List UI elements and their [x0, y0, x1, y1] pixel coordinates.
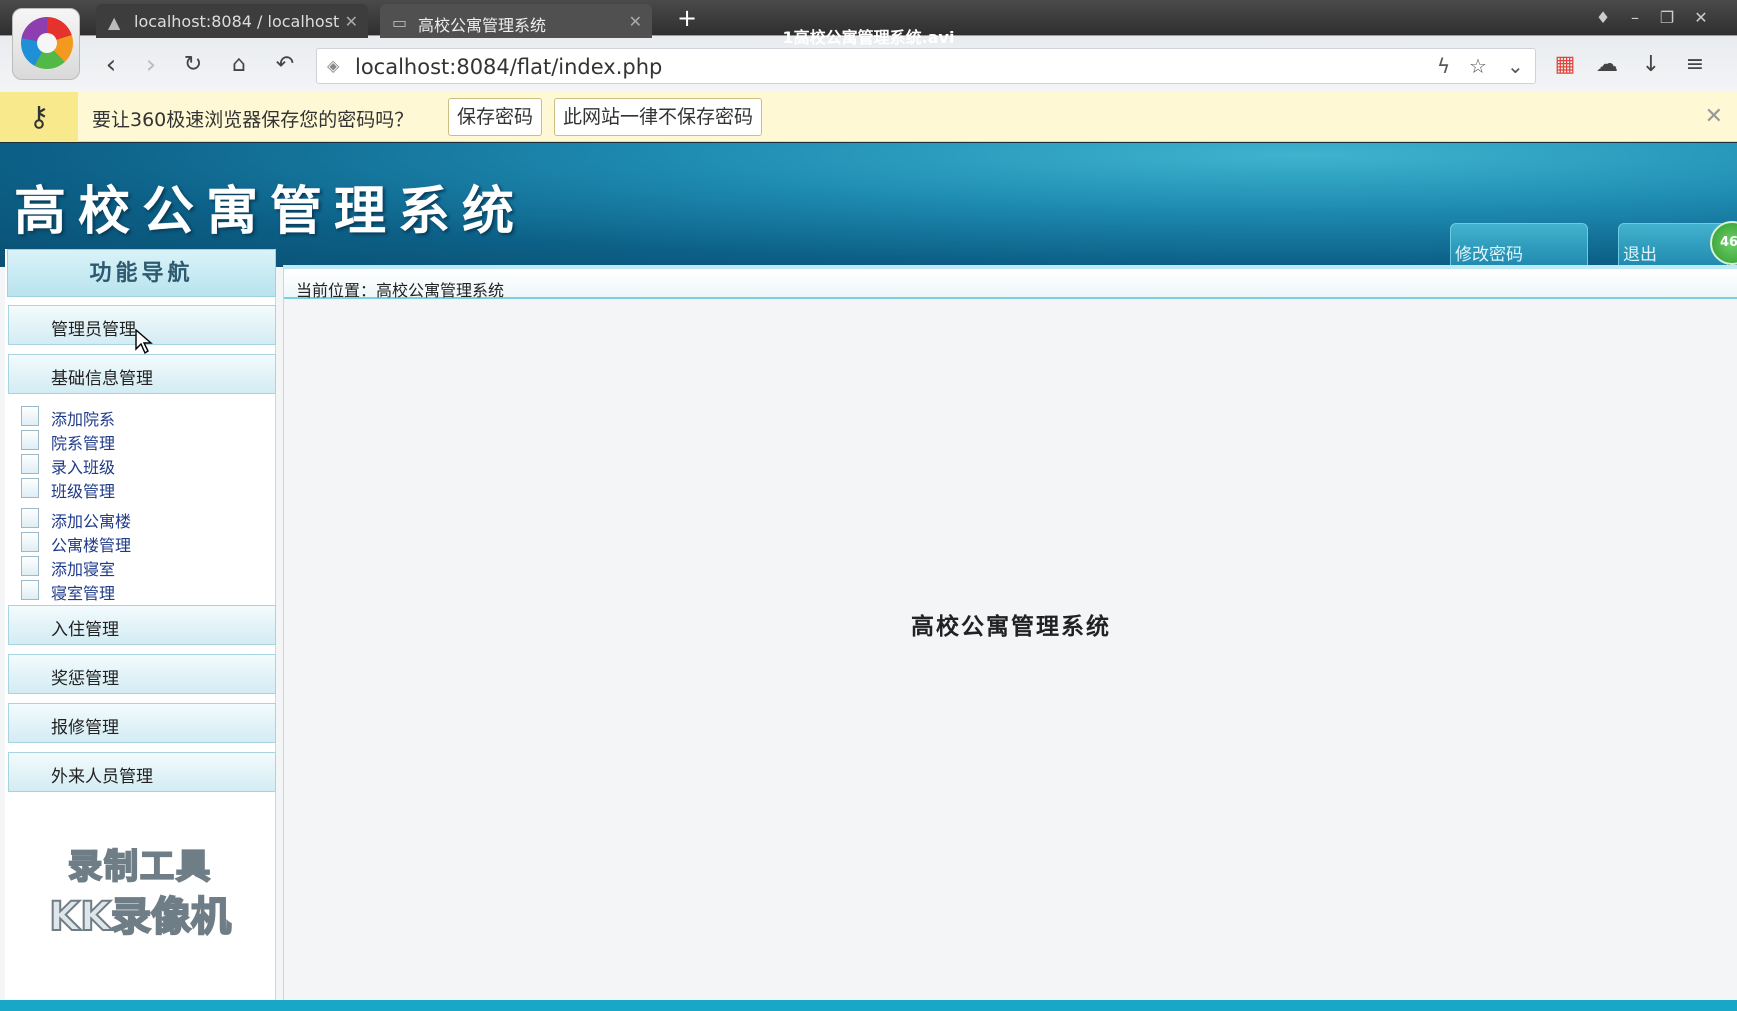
star-icon[interactable]: ☆	[1469, 54, 1487, 78]
sidebar-item-add-class[interactable]: 录入班级	[19, 454, 115, 477]
home-icon[interactable]: ⌂	[224, 50, 254, 80]
lightning-icon[interactable]: ϟ	[1437, 54, 1450, 78]
menu-repair[interactable]: 报修管理	[8, 703, 276, 743]
change-password-button[interactable]: 修改密码	[1450, 223, 1588, 267]
browser-chrome: ▲ localhost:8084 / localhost ✕ ▭ 高校公寓管理系…	[0, 0, 1737, 92]
mouse-cursor-icon	[135, 329, 153, 355]
menu-rewards[interactable]: 奖惩管理	[8, 654, 276, 694]
breadcrumb: 当前位置：高校公寓管理系统	[284, 265, 1737, 300]
document-icon	[21, 430, 39, 450]
download-icon[interactable]: ↓	[1636, 50, 1666, 80]
welcome-text: 高校公寓管理系统	[911, 614, 1111, 640]
document-icon	[21, 556, 39, 576]
back-icon[interactable]: ‹	[96, 50, 126, 80]
sidebar-item-class-manage[interactable]: 班级管理	[19, 478, 115, 501]
cloud-icon[interactable]: ☁	[1592, 50, 1622, 80]
sidebar-item-add-dorm[interactable]: 添加寝室	[19, 556, 115, 579]
sidebar-item-building-manage[interactable]: 公寓楼管理	[19, 532, 131, 555]
menu-checkin[interactable]: 入住管理	[8, 605, 276, 645]
breadcrumb-text: 当前位置：高校公寓管理系统	[296, 281, 505, 300]
address-bar[interactable]: ◈ localhost:8084/flat/index.php ϟ ☆ ⌄	[316, 48, 1536, 84]
save-password-button[interactable]: 保存密码	[448, 98, 543, 136]
sidebar-item-dorm-manage[interactable]: 寝室管理	[19, 580, 115, 603]
skin-icon[interactable]: ♦	[1592, 8, 1614, 30]
maximize-icon[interactable]: ❐	[1656, 8, 1678, 30]
shield-icon: ◈	[327, 56, 340, 75]
main-content: 当前位置：高校公寓管理系统 高校公寓管理系统	[283, 265, 1737, 1007]
document-icon	[21, 532, 39, 552]
minimize-icon[interactable]: –	[1624, 8, 1646, 30]
apps-icon[interactable]: ▦	[1550, 50, 1580, 80]
app: 高校公寓管理系统 修改密码 退出 46 功能导航 管理员管理 基础信息管理 添加…	[0, 143, 1737, 1011]
url-text[interactable]: localhost:8084/flat/index.php	[355, 55, 662, 79]
footer-bar	[0, 1000, 1737, 1011]
password-prompt: 要让360极速浏览器保存您的密码吗？	[92, 109, 414, 131]
menu-visitor[interactable]: 外来人员管理	[8, 752, 276, 792]
reload-icon[interactable]: ↻	[178, 50, 208, 80]
key-icon: ⚷	[0, 92, 78, 142]
document-icon	[21, 478, 39, 498]
sidebar-item-add-department[interactable]: 添加院系	[19, 406, 115, 429]
document-icon	[21, 454, 39, 474]
menu-basic-info[interactable]: 基础信息管理	[8, 354, 276, 394]
never-save-button[interactable]: 此网站一律不保存密码	[554, 98, 763, 136]
menu-icon[interactable]: ≡	[1680, 50, 1710, 80]
window-close-icon[interactable]: ✕	[1690, 8, 1712, 30]
document-icon	[21, 508, 39, 528]
document-icon	[21, 580, 39, 600]
system-title: 高校公寓管理系统	[14, 182, 527, 242]
chevron-down-icon[interactable]: ⌄	[1507, 54, 1524, 78]
undo-icon[interactable]: ↶	[270, 50, 300, 80]
password-save-bar: ⚷ 要让360极速浏览器保存您的密码吗？ 保存密码 此网站一律不保存密码 ✕	[0, 92, 1737, 142]
sidebar: 功能导航 管理员管理 基础信息管理 添加院系 院系管理 录入班级 班级管理 添加…	[5, 249, 276, 1011]
sidebar-item-add-building[interactable]: 添加公寓楼	[19, 508, 131, 531]
sidebar-title: 功能导航	[7, 249, 276, 297]
document-icon	[21, 406, 39, 426]
sidebar-item-department-manage[interactable]: 院系管理	[19, 430, 115, 453]
video-title: 1高校公寓管理系统.avi	[782, 28, 955, 47]
close-icon[interactable]: ✕	[1705, 104, 1723, 129]
forward-icon[interactable]: ›	[136, 50, 166, 80]
recorder-watermark: 录制工具 KK录像机	[48, 846, 232, 941]
